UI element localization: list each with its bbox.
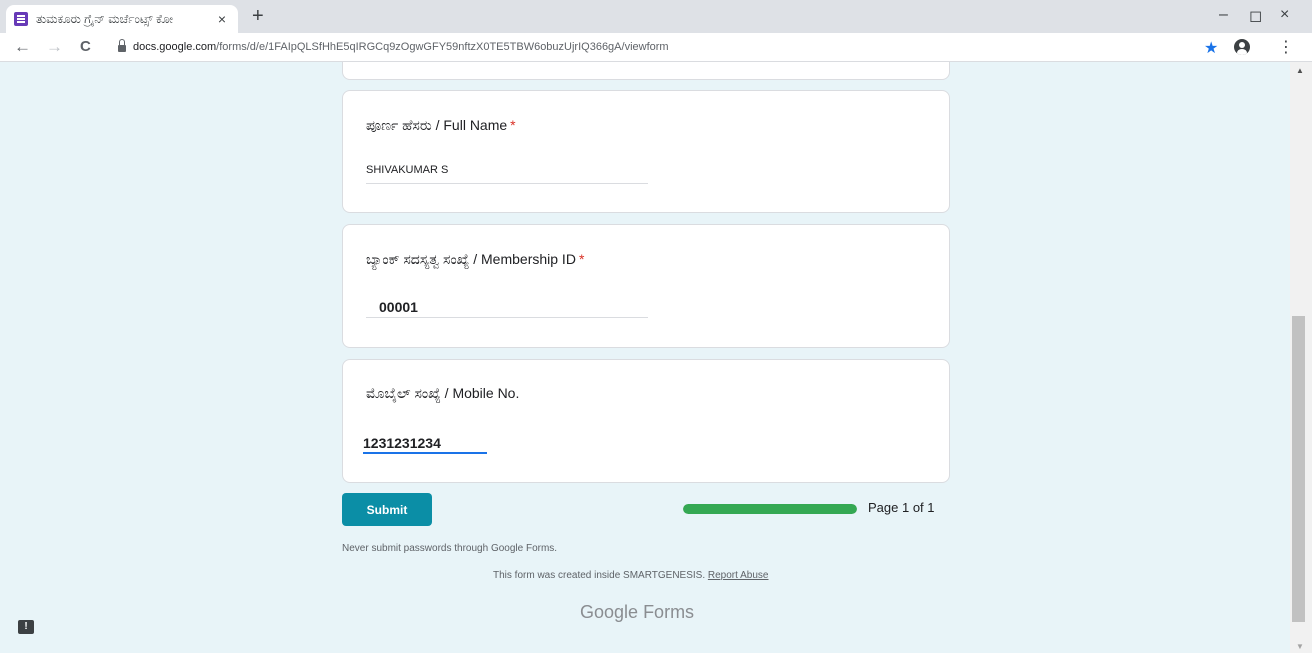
google-forms-logo[interactable]: Google Forms <box>580 602 694 623</box>
forward-arrow-icon[interactable]: → <box>46 37 63 57</box>
browser-tab[interactable]: ತುಮಕೂರು ಗ್ರೈನ್ ಮರ್ಚೆಂಟ್ಸ್ ಕೋ × <box>6 5 238 33</box>
question-card-full-name: ಪೂರ್ಣ ಹೆಸರು / Full Name * SHIVAKUMAR S <box>342 90 950 213</box>
new-tab-button[interactable]: + <box>252 5 264 27</box>
progress-bar-fill <box>683 504 857 514</box>
question-card-mobile-no: ಮೊಬೈಲ್ ಸಂಖ್ಯೆ / Mobile No. 1231231234 <box>342 359 950 483</box>
question-title: ಪೂರ್ಣ ಹೆಸರು / Full Name * <box>366 117 516 133</box>
question-title: ಬ್ಯಾಂಕ್ ಸದಸ್ಯತ್ವ ಸಂಖ್ಯೆ / Membership ID * <box>366 251 585 267</box>
restore-button[interactable]: ◻ <box>1249 6 1262 26</box>
question-title: ಮೊಬೈಲ್ ಸಂಖ್ಯೆ / Mobile No. <box>366 385 520 401</box>
form-page: ಪೂರ್ಣ ಹೆಸರು / Full Name * SHIVAKUMAR S ಬ್… <box>0 62 1290 653</box>
browser-menu-icon[interactable]: ⋮ <box>1278 37 1294 57</box>
browser-tab-bar: ತುಮಕೂರು ಗ್ರೈನ್ ಮರ್ಚೆಂಟ್ಸ್ ಕೋ × + – ◻ × <box>0 0 1312 33</box>
google-forms-favicon-icon <box>14 12 28 26</box>
address-bar[interactable]: docs.google.com/forms/d/e/1FAIpQLSfHhE5q… <box>133 41 669 53</box>
scroll-up-arrow-icon[interactable]: ▲ <box>1296 66 1304 75</box>
question-card-membership-id: ಬ್ಯಾಂಕ್ ಸದಸ್ಯತ್ವ ಸಂಖ್ಯೆ / Membership ID *… <box>342 224 950 348</box>
scroll-down-arrow-icon[interactable]: ▼ <box>1296 642 1304 651</box>
required-asterisk: * <box>510 117 516 133</box>
browser-toolbar: ← → C docs.google.com/forms/d/e/1FAIpQLS… <box>0 33 1312 62</box>
minimize-button[interactable]: – <box>1219 6 1228 24</box>
report-abuse-link[interactable]: Report Abuse <box>708 570 769 581</box>
url-path: /forms/d/e/1FAIpQLSfHhE5qIRGCq9zOgwGFY59… <box>216 41 669 53</box>
close-window-button[interactable]: × <box>1280 6 1289 24</box>
reload-icon[interactable]: C <box>80 37 91 57</box>
lock-icon[interactable] <box>118 39 126 52</box>
back-arrow-icon[interactable]: ← <box>14 37 31 57</box>
page-indicator: Page 1 of 1 <box>868 500 935 515</box>
feedback-icon[interactable]: ! <box>18 620 34 634</box>
required-asterisk: * <box>578 251 585 267</box>
scrollbar-thumb[interactable] <box>1292 316 1305 622</box>
url-host: docs.google.com <box>133 41 217 53</box>
membership-id-input[interactable]: 00001 <box>366 299 648 318</box>
mobile-no-input[interactable]: 1231231234 <box>363 435 487 454</box>
previous-question-card <box>342 62 950 80</box>
password-warning: Never submit passwords through Google Fo… <box>342 543 558 554</box>
progress-bar <box>683 504 857 514</box>
submit-button[interactable]: Submit <box>342 493 432 526</box>
full-name-input[interactable]: SHIVAKUMAR S <box>366 164 648 184</box>
footer-text: This form was created inside SMARTGENESI… <box>493 570 769 581</box>
scrollbar[interactable]: ▲ ▼ <box>1290 62 1312 653</box>
tab-title: ತುಮಕೂರು ಗ್ರೈನ್ ಮರ್ಚೆಂಟ್ಸ್ ಕೋ <box>36 11 174 26</box>
profile-avatar-icon[interactable] <box>1234 39 1250 55</box>
tab-close-icon[interactable]: × <box>214 11 230 27</box>
bookmark-star-icon[interactable]: ★ <box>1204 38 1218 58</box>
